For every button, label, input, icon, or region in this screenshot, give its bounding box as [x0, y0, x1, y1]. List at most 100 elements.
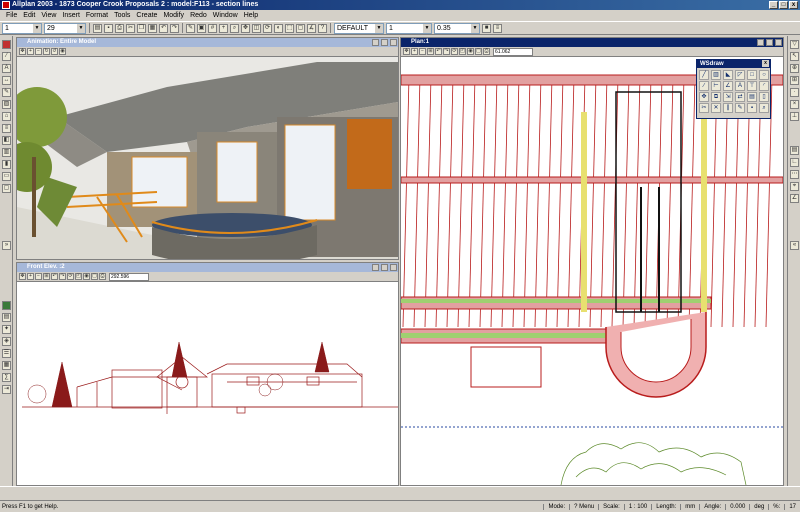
- minimize-plan-button[interactable]: [757, 39, 764, 46]
- label-icon[interactable]: ⊤: [747, 81, 757, 91]
- minimize-front-button[interactable]: [372, 264, 379, 271]
- menu-format[interactable]: Format: [83, 12, 111, 19]
- mirror-icon[interactable]: ⇄: [735, 92, 745, 102]
- menu-tools[interactable]: Tools: [111, 12, 133, 19]
- hide-icon[interactable]: ▢: [296, 23, 305, 33]
- search-icon[interactable]: ⌕: [759, 103, 769, 113]
- rect-icon[interactable]: □: [747, 70, 757, 80]
- stair-icon[interactable]: ≡: [2, 124, 11, 133]
- parallel-icon[interactable]: ∥: [723, 103, 733, 113]
- menu-edit[interactable]: Edit: [20, 12, 38, 19]
- layers-panel-icon[interactable]: ▤: [790, 146, 799, 155]
- text-tool-icon[interactable]: A: [2, 64, 11, 73]
- dim-icon[interactable]: ⊢: [711, 81, 721, 91]
- plan-zoom-out-icon[interactable]: −: [419, 48, 426, 55]
- animation-view[interactable]: Animation: Entire Model ✥ + − ↻ ↺ ◉: [16, 37, 399, 260]
- refresh-icon[interactable]: ⟳: [263, 23, 272, 33]
- close-front-button[interactable]: [390, 264, 397, 271]
- plan-move-icon[interactable]: ✥: [403, 48, 410, 55]
- render-icon[interactable]: ◐: [274, 23, 283, 33]
- plan-print-icon[interactable]: ⎙: [483, 48, 490, 55]
- copy-icon[interactable]: ❐: [137, 23, 146, 33]
- menu-modify[interactable]: Modify: [160, 12, 187, 19]
- ortho-icon[interactable]: ∟: [790, 158, 799, 167]
- menu-view[interactable]: View: [38, 12, 59, 19]
- layer-combo[interactable]: DEFAULT ▼: [334, 22, 384, 34]
- wall-icon[interactable]: [2, 40, 11, 49]
- status-mode-value[interactable]: ? Menu: [569, 503, 598, 510]
- grid-icon[interactable]: #: [208, 23, 217, 33]
- zoom-all-icon[interactable]: ⊕: [790, 64, 799, 73]
- zoom-out-icon[interactable]: −: [35, 48, 42, 55]
- dim-tool-icon[interactable]: ↔: [2, 76, 11, 85]
- plan-next-icon[interactable]: ↷: [443, 48, 450, 55]
- export-icon[interactable]: ⇥: [2, 385, 11, 394]
- coords-icon[interactable]: ⌖: [790, 182, 799, 191]
- minimize-button[interactable]: _: [769, 1, 778, 9]
- open-icon[interactable]: ▤: [93, 23, 102, 33]
- offset-icon[interactable]: ∕: [699, 81, 709, 91]
- maximize-view-button[interactable]: [381, 39, 388, 46]
- maximize-plan-button[interactable]: [766, 39, 773, 46]
- polyline-icon[interactable]: ◸: [735, 70, 745, 80]
- fill-icon[interactable]: ◣: [723, 70, 733, 80]
- text-icon[interactable]: A: [735, 81, 745, 91]
- front-redraw-icon[interactable]: ⟳: [67, 273, 74, 280]
- zoom-window-icon[interactable]: ⊞: [790, 76, 799, 85]
- arc-icon[interactable]: ◜: [759, 81, 769, 91]
- maximize-front-button[interactable]: [381, 264, 388, 271]
- draw-icon[interactable]: ⁄: [2, 52, 11, 61]
- front-elevation-view[interactable]: Front Elev. :2 ✥ + − ⊞ ↶ ↷ ⟳ ◰ ◉ ▢ ⎙ 292…: [16, 262, 399, 486]
- cut-icon[interactable]: ✂: [126, 23, 135, 33]
- hatch-icon[interactable]: ▥: [711, 70, 721, 80]
- close-plan-button[interactable]: [775, 39, 782, 46]
- angle-snap-icon[interactable]: ∠: [790, 194, 799, 203]
- hatch-tool-icon[interactable]: ▨: [2, 100, 11, 109]
- front-3d-icon[interactable]: ◰: [75, 273, 82, 280]
- plan-eye-icon[interactable]: ◉: [467, 48, 474, 55]
- plan-previous-icon[interactable]: ↶: [435, 48, 442, 55]
- save-icon[interactable]: ▪: [104, 23, 113, 33]
- snap-icon[interactable]: +: [219, 23, 228, 33]
- copy-icon[interactable]: ⧉: [711, 92, 721, 102]
- point-icon[interactable]: ·: [790, 88, 799, 97]
- list-icon[interactable]: ☰: [2, 349, 11, 358]
- edit-tool-icon[interactable]: ✎: [2, 88, 11, 97]
- menu-help[interactable]: Help: [241, 12, 261, 19]
- close-view-button[interactable]: [390, 39, 397, 46]
- edit-icon[interactable]: ✎: [735, 103, 745, 113]
- window-tool-icon[interactable]: ▥: [2, 148, 11, 157]
- doc-icon[interactable]: ▯: [759, 92, 769, 102]
- linetype-combo[interactable]: 1 ▼: [386, 22, 432, 34]
- front-previous-icon[interactable]: ↶: [51, 273, 58, 280]
- status-scale-value[interactable]: 1 : 100: [623, 503, 651, 510]
- track-icon[interactable]: ⋯: [790, 170, 799, 179]
- window-icon[interactable]: ◫: [252, 23, 261, 33]
- help-icon[interactable]: ?: [318, 23, 327, 33]
- roof-icon[interactable]: ⌂: [2, 112, 11, 121]
- line-combo[interactable]: 29 ▼: [44, 22, 86, 34]
- rotate-icon[interactable]: ↻: [43, 48, 50, 55]
- stretch-icon[interactable]: ⇲: [723, 92, 733, 102]
- front-zoom-out-icon[interactable]: −: [35, 273, 42, 280]
- color-icon[interactable]: ■: [482, 23, 491, 33]
- rotate-back-icon[interactable]: ↺: [51, 48, 58, 55]
- report-icon[interactable]: ▦: [2, 361, 11, 370]
- collapse-icon[interactable]: «: [790, 241, 799, 250]
- front-move-icon[interactable]: ✥: [19, 273, 26, 280]
- slab-icon[interactable]: ▭: [2, 172, 11, 181]
- paste-icon[interactable]: ▤: [747, 92, 757, 102]
- front-zoom-in-icon[interactable]: +: [27, 273, 34, 280]
- pan-icon[interactable]: ✥: [241, 23, 250, 33]
- menu-create[interactable]: Create: [133, 12, 160, 19]
- front-zoom-field[interactable]: 292.596: [109, 272, 149, 281]
- move-view-icon[interactable]: ✥: [19, 48, 26, 55]
- maximize-button[interactable]: □: [779, 1, 788, 9]
- layer-icon[interactable]: ▣: [197, 23, 206, 33]
- expand-icon[interactable]: »: [2, 241, 11, 250]
- front-hide-icon[interactable]: ▢: [91, 273, 98, 280]
- properties-icon[interactable]: ≡: [493, 23, 502, 33]
- front-print-icon[interactable]: ⎙: [99, 273, 106, 280]
- zoom-in-icon[interactable]: +: [27, 48, 34, 55]
- menu-file[interactable]: File: [3, 12, 20, 19]
